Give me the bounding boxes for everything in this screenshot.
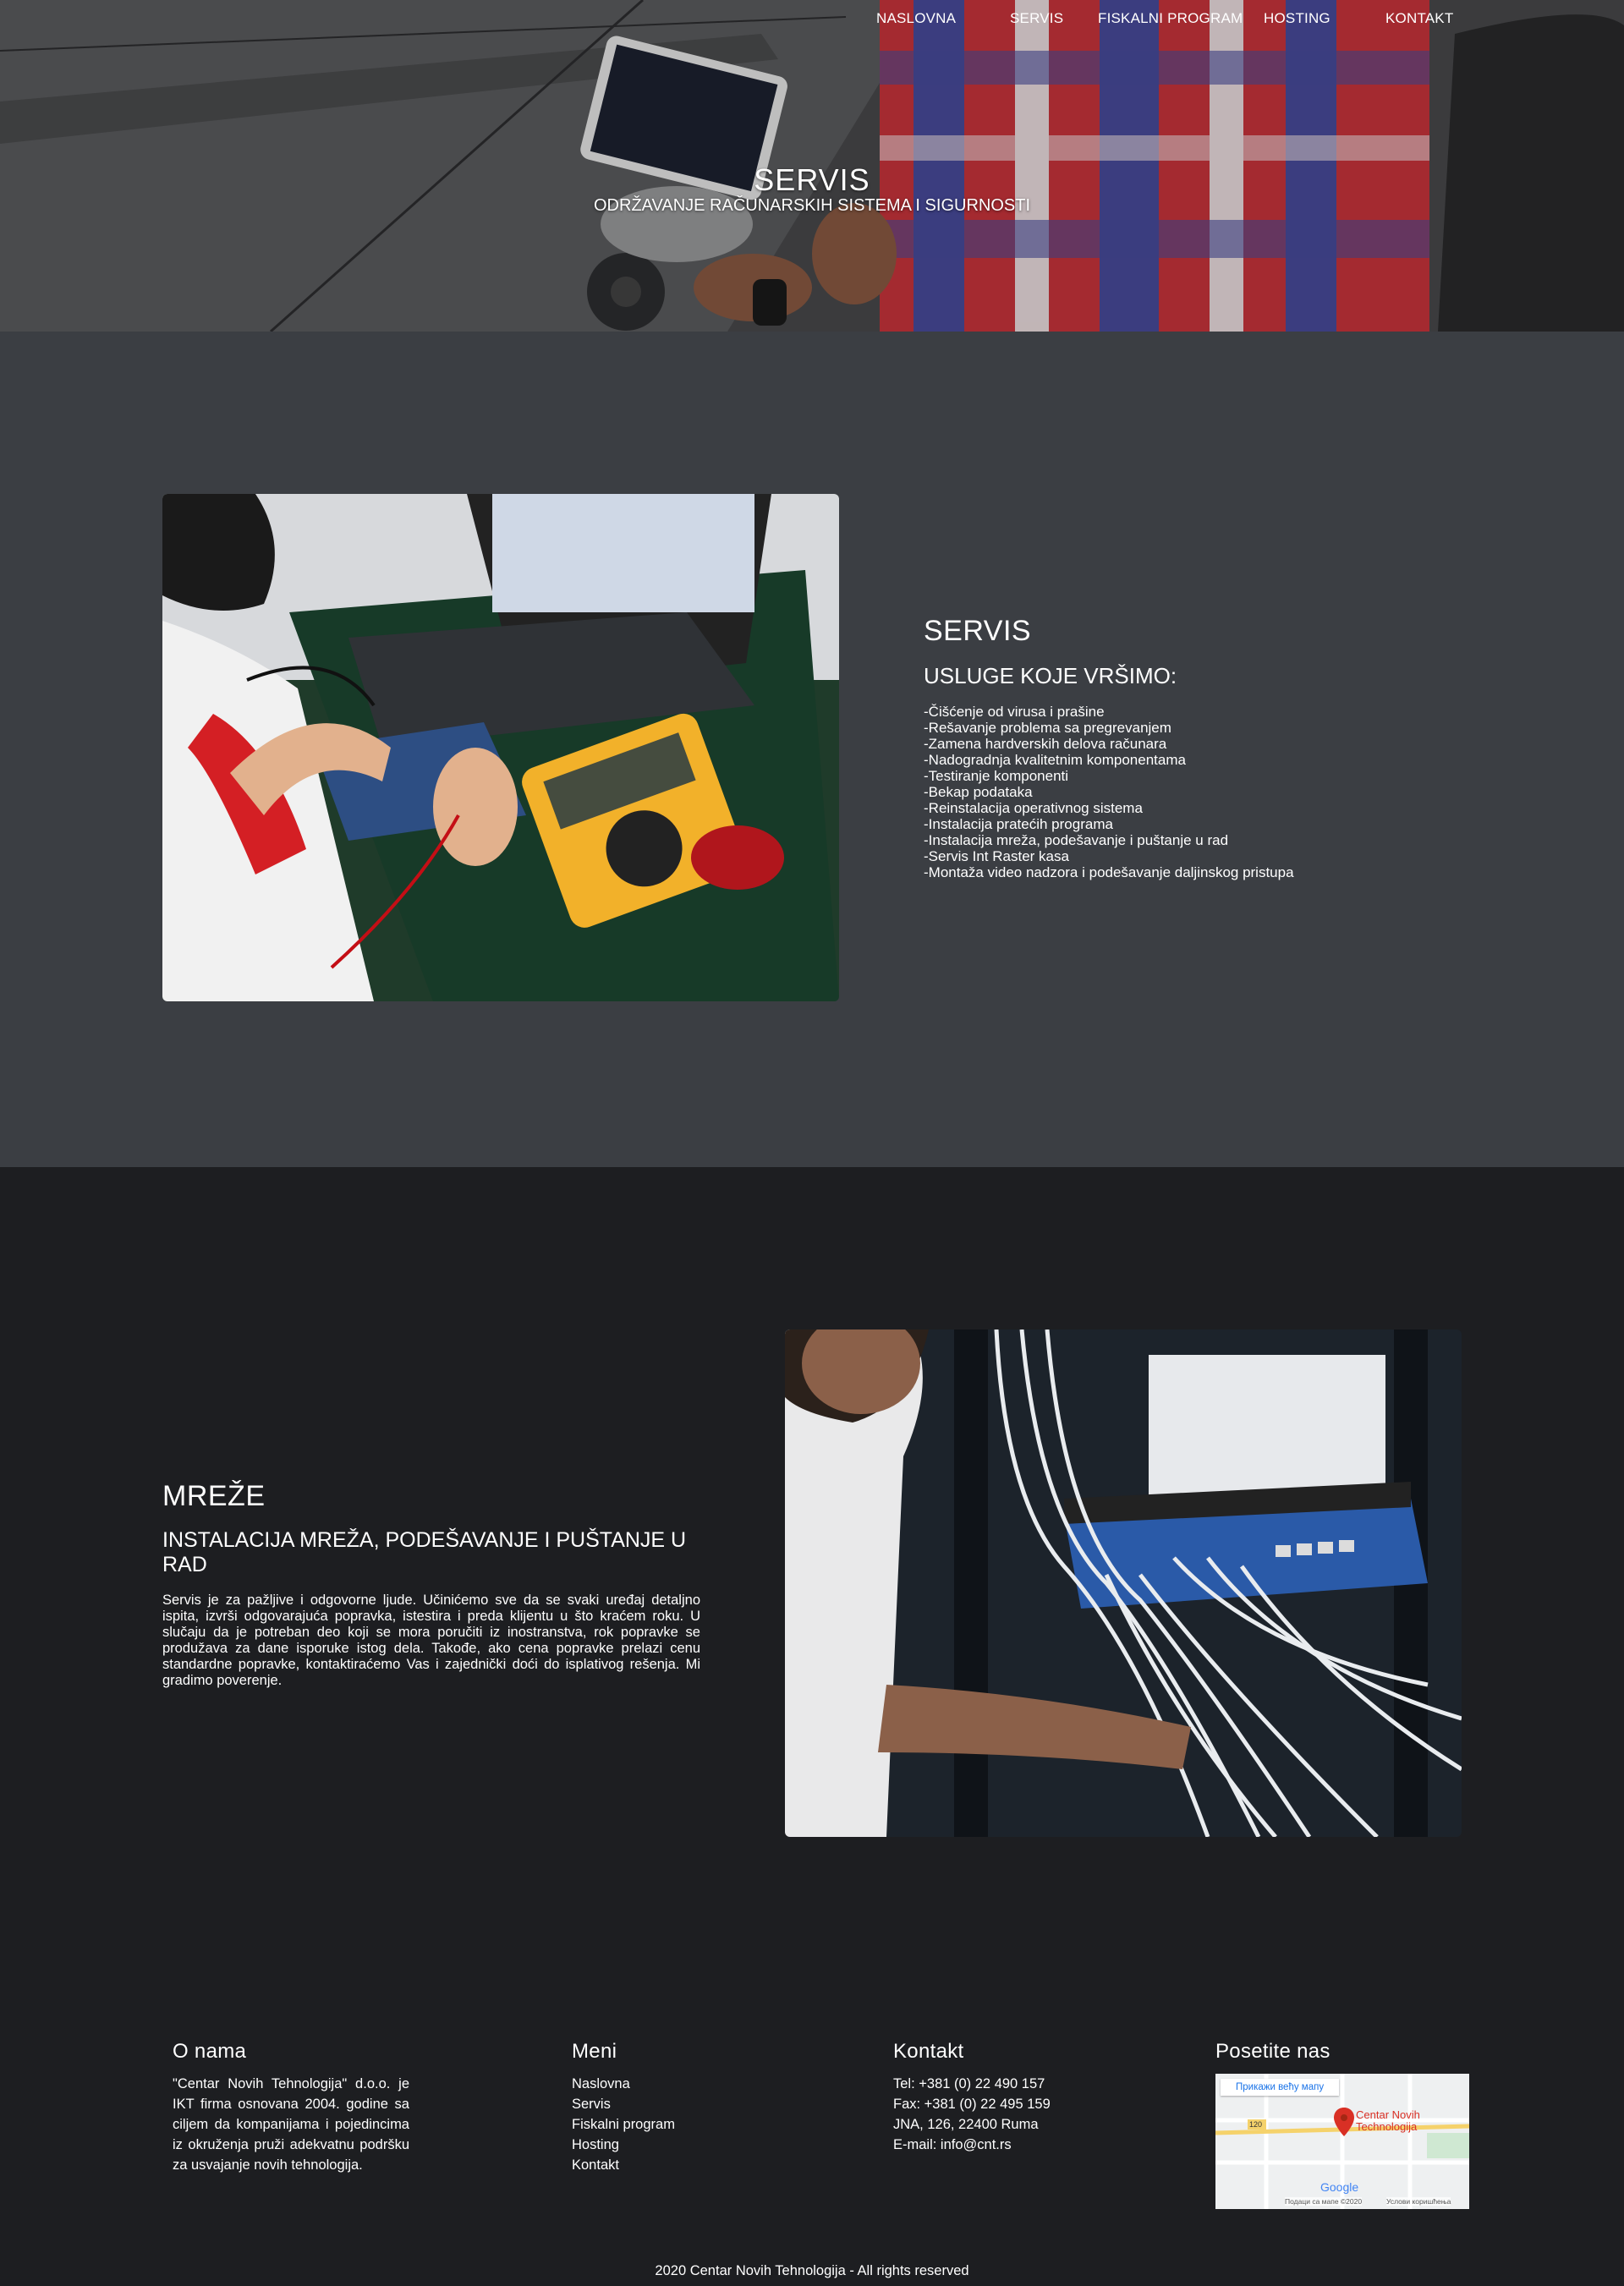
footer-link-naslovna[interactable]: Naslovna — [572, 2074, 792, 2094]
servis-text-block: SERVIS USLUGE KOJE VRŠIMO: -Čišćenje od … — [924, 615, 1533, 880]
list-item: -Testiranje komponenti — [924, 768, 1069, 784]
list-item: -Instalacija pratećih programa — [924, 816, 1113, 832]
copyright: 2020 Centar Novih Tehnologija - All righ… — [655, 2263, 969, 2278]
footer-menu: Meni Naslovna Servis Fiskalni program Ho… — [572, 2040, 792, 2175]
footer-link-hosting[interactable]: Hosting — [572, 2135, 792, 2155]
footer-about-text: "Centar Novih Tehnologija" d.o.o. je IKT… — [173, 2076, 409, 2173]
hero-subtitle: ODRŽAVANJE RAČUNARSKIH SISTEMA I SIGURNO… — [594, 196, 1030, 215]
mreze-text-block: MREŽE INSTALACIJA MREŽA, PODEŠAVANJE I P… — [162, 1480, 700, 1689]
list-item: -Rešavanje problema sa pregrevanjem — [924, 720, 1171, 736]
mreze-title: MREŽE — [162, 1480, 266, 1512]
mreze-section: MREŽE INSTALACIJA MREŽA, PODEŠAVANJE I P… — [0, 1167, 1624, 1979]
footer-contact: Kontakt Tel: +381 (0) 22 490 157 Fax: +3… — [893, 2040, 1147, 2155]
footer-about-title: O nama — [173, 2040, 247, 2063]
footer-visit: Posetite nas — [1215, 2040, 1486, 2074]
list-item: -Servis Int Raster kasa — [924, 848, 1069, 864]
nav-item-fiskalni-program[interactable]: FISKALNI PROGRAM — [1098, 10, 1243, 27]
footer-visit-title: Posetite nas — [1215, 2040, 1330, 2063]
list-item: -Zamena hardverskih delova računara — [924, 736, 1167, 752]
servis-list: -Čišćenje od virusa i prašine -Rešavanje… — [924, 704, 1533, 880]
list-item: -Nadogradnja kvalitetnim komponentama — [924, 752, 1186, 768]
map-terms-link[interactable]: Услови коришћења — [1386, 2197, 1451, 2206]
list-item: -Bekap podataka — [924, 784, 1033, 800]
servis-section: SERVIS USLUGE KOJE VRŠIMO: -Čišćenje od … — [0, 332, 1624, 1167]
footer-link-kontakt[interactable]: Kontakt — [572, 2155, 792, 2175]
nav-item-kontakt[interactable]: KONTAKT — [1385, 10, 1453, 27]
map-larger-button[interactable]: Прикажи већу мапу — [1221, 2079, 1340, 2096]
mreze-subtitle: INSTALACIJA MREŽA, PODEŠAVANJE I PUŠTANJ… — [162, 1528, 687, 1576]
contact-address: JNA, 126, 22400 Ruma — [893, 2117, 1039, 2132]
main-nav: NASLOVNA SERVIS FISKALNI PROGRAM HOSTING… — [0, 10, 1624, 30]
footer-contact-title: Kontakt — [893, 2040, 964, 2063]
site-footer: O nama "Centar Novih Tehnologija" d.o.o.… — [0, 1979, 1624, 2286]
footer-link-fiskalni-program[interactable]: Fiskalni program — [572, 2114, 792, 2135]
google-logo: Google — [1320, 2180, 1359, 2194]
contact-email[interactable]: E-mail: info@cnt.rs — [893, 2135, 1147, 2155]
contact-fax: Fax: +381 (0) 22 495 159 — [893, 2097, 1051, 2112]
nav-item-hosting[interactable]: HOSTING — [1264, 10, 1330, 27]
map-road-label: 120 — [1249, 2120, 1263, 2129]
footer-about: O nama "Centar Novih Tehnologija" d.o.o.… — [173, 2040, 409, 2175]
list-item: -Čišćenje od virusa i prašine — [924, 704, 1105, 720]
list-item: -Reinstalacija operativnog sistema — [924, 800, 1143, 816]
mreze-photo — [785, 1329, 1462, 1837]
hero-title: SERVIS — [754, 162, 870, 197]
servis-photo — [162, 494, 839, 1001]
nav-item-servis[interactable]: SERVIS — [1010, 10, 1063, 27]
nav-item-naslovna[interactable]: NASLOVNA — [876, 10, 956, 27]
map-place-label: Centar Novih Technologija — [1356, 2108, 1420, 2133]
hero-banner: NASLOVNA SERVIS FISKALNI PROGRAM HOSTING… — [0, 0, 1624, 332]
list-item: -Montaža video nadzora i podešavanje dal… — [924, 864, 1294, 880]
footer-link-servis[interactable]: Servis — [572, 2094, 792, 2114]
contact-phone: Tel: +381 (0) 22 490 157 — [893, 2076, 1045, 2091]
servis-title: SERVIS — [924, 615, 1032, 647]
map-data-text: Подаци са мапе ©2020 — [1285, 2197, 1363, 2206]
list-item: -Instalacija mreža, podešavanje i puštan… — [924, 832, 1229, 848]
map-pin-icon — [1334, 2108, 1354, 2141]
mreze-paragraph: Servis je za pažljive i odgovorne ljude.… — [162, 1593, 700, 1688]
location-map[interactable]: Прикажи већу мапу 120 Centar Novih Techn… — [1215, 2074, 1469, 2209]
servis-subtitle: USLUGE KOJE VRŠIMO: — [924, 663, 1177, 688]
footer-menu-title: Meni — [572, 2040, 617, 2063]
